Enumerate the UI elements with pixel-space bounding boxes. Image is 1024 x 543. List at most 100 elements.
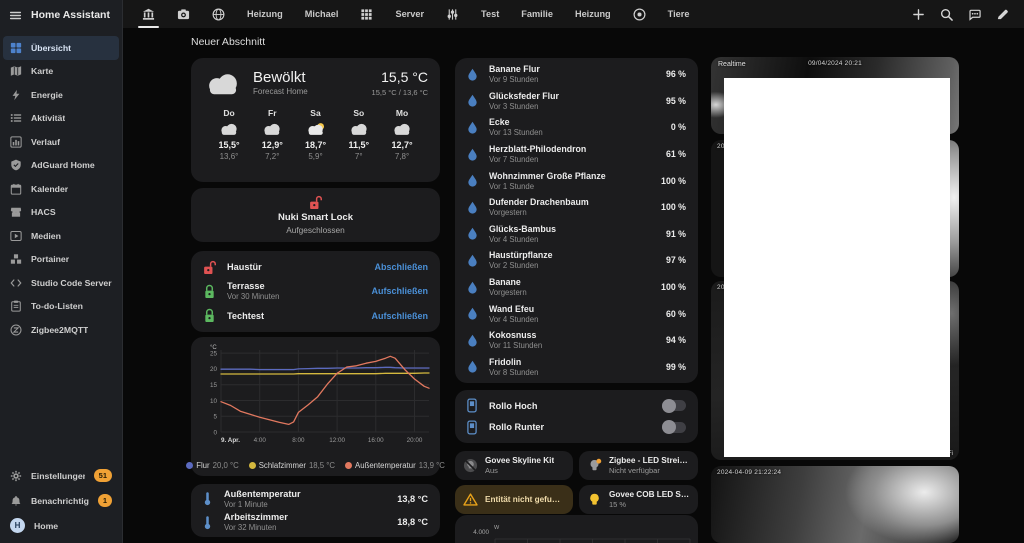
weather-current: Bewölkt Forecast Home 15,5 °C 15,5 °C / … [203,69,428,97]
water-drop-icon [467,360,478,373]
sidebar-item[interactable]: Kalender [3,177,119,201]
plant-row[interactable]: Banane Vorgestern 100 % [455,274,698,301]
forecast-high: 12,9° [261,140,283,150]
svg-text:°C: °C [210,345,217,351]
sidebar-item-label: Übersicht [31,42,72,53]
plant-row[interactable]: Ecke Vor 13 Stunden 0 % [455,114,698,141]
plant-row[interactable]: Haustürpflanze Vor 2 Stunden 97 % [455,247,698,274]
lock-row[interactable]: Terrasse Vor 30 Minuten Aufschließen [191,279,440,303]
dashboard-tab[interactable]: Michael [294,0,350,28]
weather-card[interactable]: Bewölkt Forecast Home 15,5 °C 15,5 °C / … [191,58,440,182]
power-chart-card[interactable]: 4.000 W [455,515,698,543]
sidebar-item[interactable]: Karte [3,60,119,84]
forecast-day: Sa 18,7° 5,9° [295,108,337,161]
search-button[interactable] [940,8,953,21]
sidebar: Home Assistant Übersicht Karte Energie A… [0,0,123,543]
forecast-day-label: So [353,108,365,118]
weather-range: 15,5 °C / 13,6 °C [371,88,428,97]
dashboard-tab[interactable] [622,0,657,28]
light-card-govee-skyline[interactable]: Govee Skyline Kit Aus [455,451,573,480]
sidebar-item-profile[interactable]: H Home [3,513,119,538]
light-card-govee-cob[interactable]: Govee COB LED Streifen 15 % [579,485,698,514]
entity-not-found-card[interactable]: Entität nicht gefunden [455,485,573,514]
camera-card-garden[interactable]: 2024-04-09 21:22:24 [711,466,959,543]
sidebar-item[interactable]: Medien [3,224,119,248]
lock-action-button[interactable]: Aufschließen [371,286,428,296]
tab-label: Test [481,9,500,19]
add-button[interactable] [912,8,925,21]
sidebar-item[interactable]: Verlauf [3,130,119,154]
remote-icon [467,398,477,413]
app-title: Home Assistant [31,9,110,21]
sidebar-item[interactable]: Zigbee2MQTT [3,318,119,342]
sidebar-item[interactable]: Energie [3,83,119,107]
plant-row[interactable]: Dufender Drachenbaum Vorgestern 100 % [455,194,698,221]
sidebar-item-label: Karte [31,66,54,77]
plant-moisture-value: 61 % [665,149,686,160]
dashboard-tab[interactable]: Familie [510,0,564,28]
toggle-knob [662,398,676,413]
svg-text:9. Apr.: 9. Apr. [221,437,240,444]
plant-name: Glücks-Bambus [489,223,556,234]
lock-row[interactable]: Haustür Abschließen [191,255,440,279]
sidebar-item[interactable]: Studio Code Server [3,271,119,295]
dashboard-tab[interactable] [131,0,166,28]
dashboard-tab[interactable]: Server [384,0,435,28]
dashboard-tab[interactable] [349,0,384,28]
dashboard-tab[interactable]: Test [470,0,510,28]
temperature-history-card[interactable]: 0 5 10 15 20 25 9. Apr. 4:00 8:00 12:00 16:00 20:00… [186,337,445,476]
sidebar-item[interactable]: Aktivität [3,107,119,131]
lock-action-button[interactable]: Abschließen [374,262,428,272]
sidebar-item-notifications[interactable]: Benachrichtigungen 1 [3,488,119,513]
lock-action-button[interactable]: Aufschließen [371,311,428,321]
temperature-row[interactable]: Außentemperatur Vor 1 Minute 13,8 °C [191,487,440,511]
dashboard-tab[interactable] [201,0,236,28]
plant-row[interactable]: Glücks-Bambus Vor 4 Stunden 91 % [455,221,698,248]
sidebar-item[interactable]: HACS [3,201,119,225]
toggle-switch[interactable] [662,398,686,413]
cover-buttons-card: Rollo Hoch Rollo Runter [455,390,698,443]
plant-name: Banane Flur [489,64,540,75]
plant-moisture-value: 100 % [661,282,686,293]
entity-not-found-label: Entität nicht gefunden [485,495,565,504]
notifications-badge: 1 [97,494,112,507]
plant-row[interactable]: Fridolin Vor 8 Stunden 99 % [455,354,698,381]
sidebar-item[interactable]: To-do-Listen [3,295,119,319]
dashboard-tab[interactable] [435,0,470,28]
sidebar-item-icon [10,42,22,54]
plant-row[interactable]: Wohnzimmer Große Pflanze Vor 1 Stunde 10… [455,167,698,194]
plant-name: Dufender Drachenbaum [489,197,589,208]
menu-icon[interactable] [9,9,22,22]
plant-row[interactable]: Banane Flur Vor 9 Stunden 96 % [455,61,698,88]
light-off-icon [463,458,478,473]
plant-row[interactable]: Kokosnuss Vor 11 Stunden 94 % [455,327,698,354]
plant-moisture-value: 95 % [665,95,686,106]
light-card-zigbee-strip[interactable]: Zigbee - LED Streifen 1 - S... Nicht ver… [579,451,698,480]
sidebar-item[interactable]: AdGuard Home [3,154,119,178]
temperature-row[interactable]: Arbeitszimmer Vor 32 Minuten 18,8 °C [191,511,440,535]
plant-row[interactable]: Wand Efeu Vor 4 Stunden 60 % [455,300,698,327]
dashboard-tab[interactable]: Heizung [236,0,294,28]
plant-name: Wohnzimmer Große Pflanze [489,170,606,181]
assist-button[interactable] [968,8,981,21]
sidebar-item-settings[interactable]: Einstellungen 51 [3,463,119,488]
dashboard-tab[interactable]: Tiere [657,0,701,28]
plant-row[interactable]: Glücksfeder Flur Vor 3 Stunden 95 % [455,88,698,115]
sidebar-item[interactable]: Übersicht [3,36,119,60]
weather-cloudy-icon [203,71,243,96]
lock-row[interactable]: Techtest Aufschließen [191,304,440,328]
plant-row[interactable]: Herzblatt-Philodendron Vor 7 Stunden 61 … [455,141,698,168]
tab-icon [177,8,190,21]
toggle-switch[interactable] [662,420,686,435]
tab-label: Server [395,9,425,19]
dashboard-tab[interactable] [166,0,201,28]
sidebar-item[interactable]: Portainer [3,248,119,272]
dashboard-tab[interactable]: Heizung [564,0,622,28]
edit-dashboard-button[interactable] [996,8,1009,21]
plant-last-changed: Vor 11 Stunden [489,341,543,351]
tab-icon [446,8,459,21]
nuki-lock-card[interactable]: Nuki Smart Lock Aufgeschlossen [191,188,440,242]
dashboard-tabs: Heizung Michael Server Test Familie Heiz… [123,0,700,28]
section-title: Neuer Abschnitt [191,36,266,48]
svg-text:20: 20 [210,366,218,373]
